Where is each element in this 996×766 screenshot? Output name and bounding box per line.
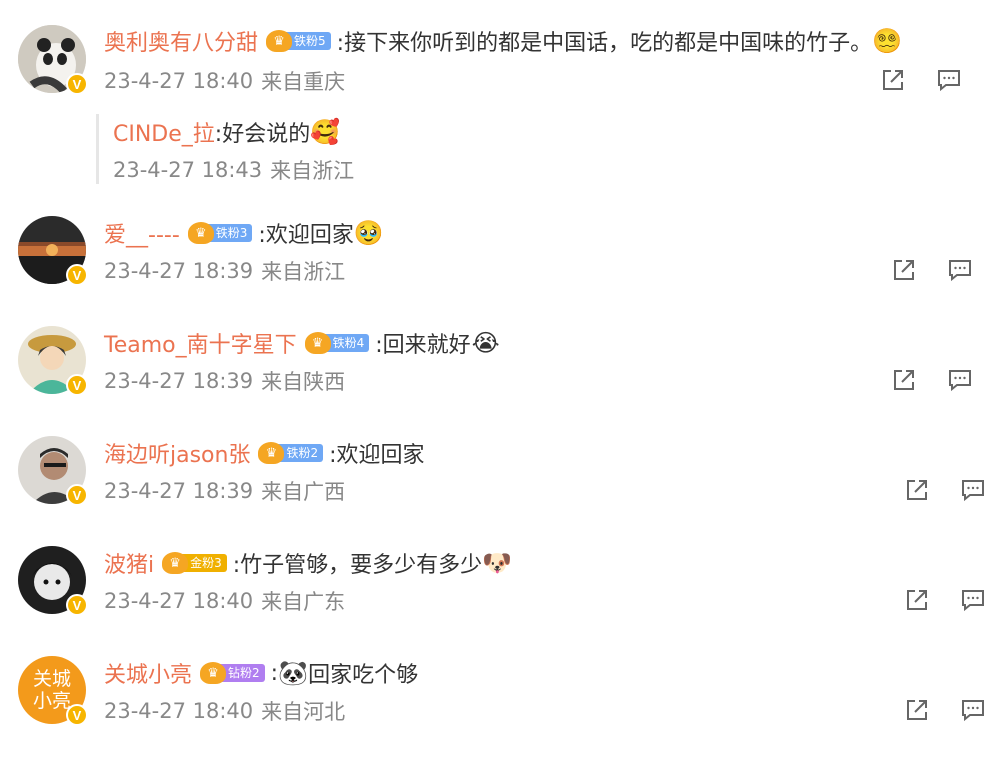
username[interactable]: 奥利奥有八分甜 — [104, 25, 258, 57]
comment-location: 来自陕西 — [261, 370, 346, 394]
fan-badge[interactable]: ♛ 铁粉3 — [187, 221, 253, 245]
comment-icon[interactable] — [960, 587, 986, 613]
share-icon[interactable] — [891, 367, 917, 393]
comment-text: :竹子管够，要多少有多少 — [232, 553, 483, 578]
comment-date: 23-4-27 18:39 — [104, 259, 254, 283]
teary-face-emoji-icon: 🥹 — [353, 219, 384, 247]
comment-date: 23-4-27 18:39 — [104, 369, 254, 393]
avatar[interactable]: V — [18, 216, 88, 286]
comment-icon[interactable] — [960, 477, 986, 503]
crown-icon: ♛ — [162, 552, 189, 574]
avatar-calligraphy-text: 关城 小亮 — [32, 668, 71, 712]
comment-icon[interactable] — [947, 257, 973, 283]
doge-emoji-icon: 🐶 — [482, 549, 513, 577]
crown-icon: ♛ — [187, 222, 214, 244]
verified-badge-icon: V — [66, 374, 88, 396]
dizzy-face-emoji-icon: 😵‍💫 — [872, 27, 903, 55]
comment-location: 来自广西 — [261, 480, 346, 504]
comment-text-prefix: : — [270, 660, 279, 686]
verified-badge-icon: V — [66, 484, 88, 506]
comment-date: 23-4-27 18:40 — [104, 69, 254, 93]
more-icon[interactable] — [988, 67, 996, 93]
comment-item: 关城 小亮 V 关城小亮 ♛ 钻粉2 : 🐼 回家吃个够 23-4-27 18:… — [0, 630, 996, 750]
fan-badge[interactable]: ♛ 铁粉4 — [304, 331, 370, 355]
avatar[interactable]: V — [18, 326, 88, 396]
crown-icon: ♛ — [266, 30, 293, 52]
comment-text: :回来就好 — [375, 333, 471, 358]
fan-badge[interactable]: ♛ 金粉3 — [162, 551, 227, 575]
comment-icon[interactable] — [947, 367, 973, 393]
comment-location: 来自浙江 — [261, 260, 346, 284]
comment-item: V 波猪i ♛ 金粉3 :竹子管够，要多少有多少 🐶 23-4-27 18:40… — [0, 520, 996, 630]
crown-icon: ♛ — [258, 442, 285, 464]
fan-badge[interactable]: ♛ 铁粉2 — [258, 441, 324, 465]
comment-text: :欢迎回家 — [329, 443, 425, 468]
username[interactable]: 波猪i — [104, 547, 154, 579]
comment-icon[interactable] — [936, 67, 962, 93]
smiling-face-emoji-icon: 🥰 — [310, 118, 341, 146]
comment-location: 来自广东 — [261, 590, 346, 614]
username[interactable]: 海边听jason张 — [104, 437, 250, 469]
share-icon[interactable] — [904, 477, 930, 503]
username[interactable]: Teamo_南十字星下 — [104, 327, 297, 359]
avatar[interactable]: V — [18, 25, 88, 95]
comment-item: V 海边听jason张 ♛ 铁粉2 :欢迎回家 23-4-27 18:39 来自… — [0, 410, 996, 520]
comment-item: V 爱__---- ♛ 铁粉3 :欢迎回家 🥹 23-4-27 18:39 来自… — [0, 190, 996, 300]
reply-item: CINDe_拉 :好会说的 🥰 23-4-27 18:43 来自浙江 — [96, 114, 899, 184]
comment-date: 23-4-27 18:40 — [104, 699, 254, 723]
comment-item: V 奥利奥有八分甜 ♛ 铁粉5 :接下来你听到的都是中国话，吃的都是中国味的竹子… — [0, 0, 996, 190]
comment-icon[interactable] — [960, 697, 986, 723]
avatar[interactable]: V — [18, 546, 88, 616]
comment-location: 来自重庆 — [261, 70, 346, 94]
username[interactable]: 爱__---- — [104, 217, 180, 249]
reply-date: 23-4-27 18:43 — [113, 158, 263, 182]
crying-face-emoji-icon: 😭 — [471, 329, 500, 357]
panda-emoji-icon: 🐼 — [278, 659, 309, 687]
share-icon[interactable] — [880, 67, 906, 93]
reply-location: 来自浙江 — [270, 159, 355, 183]
avatar[interactable]: 关城 小亮 V — [18, 656, 88, 726]
share-icon[interactable] — [891, 257, 917, 283]
crown-icon: ♛ — [304, 332, 331, 354]
reply-text: :好会说的 — [214, 122, 311, 147]
comment-text: 回家吃个够 — [308, 663, 419, 688]
avatar[interactable]: V — [18, 436, 88, 506]
fan-badge[interactable]: ♛ 铁粉5 — [266, 29, 331, 53]
share-icon[interactable] — [904, 697, 930, 723]
verified-badge-icon: V — [66, 264, 88, 286]
crown-icon: ♛ — [200, 662, 227, 684]
fan-badge[interactable]: ♛ 钻粉2 — [200, 661, 265, 685]
comment-text: :欢迎回家 — [258, 223, 354, 248]
comment-date: 23-4-27 18:40 — [104, 589, 254, 613]
verified-badge-icon: V — [66, 594, 88, 616]
share-icon[interactable] — [904, 587, 930, 613]
comment-list: V 奥利奥有八分甜 ♛ 铁粉5 :接下来你听到的都是中国话，吃的都是中国味的竹子… — [0, 0, 996, 766]
verified-badge-icon: V — [66, 73, 88, 95]
comment-date: 23-4-27 18:39 — [104, 479, 254, 503]
reply-username[interactable]: CINDe_拉 — [113, 116, 215, 148]
comment-item: V Teamo_南十字星下 ♛ 铁粉4 :回来就好 😭 23-4-27 18:3… — [0, 300, 996, 410]
verified-badge-icon: V — [66, 704, 88, 726]
username[interactable]: 关城小亮 — [104, 657, 192, 689]
comment-text: :接下来你听到的都是中国话，吃的都是中国味的竹子。 — [336, 31, 873, 56]
comment-location: 来自河北 — [261, 700, 346, 724]
